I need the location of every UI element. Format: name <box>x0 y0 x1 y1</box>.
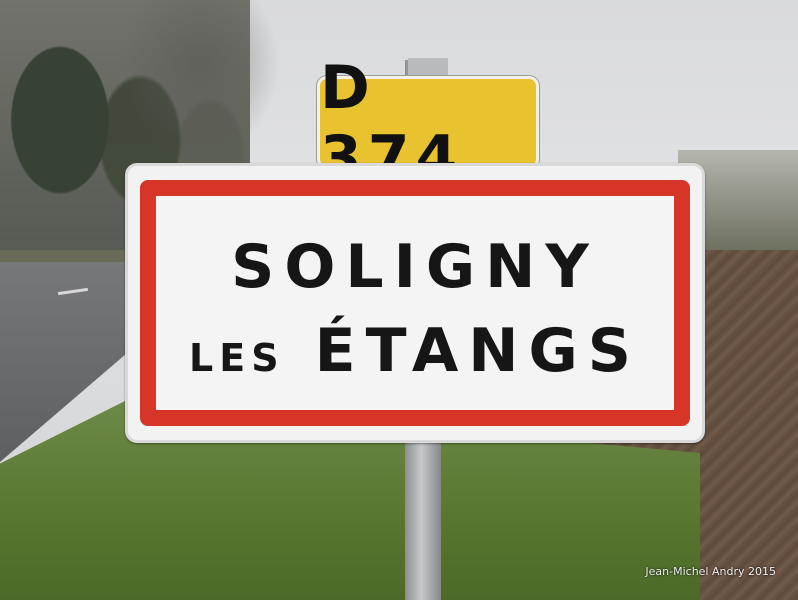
route-number-plate: D 374 <box>317 53 539 193</box>
photo-credit: Jean-Michel Andry 2015 <box>645 565 776 578</box>
bare-branches <box>120 0 280 160</box>
town-name-line1: SOLIGNY <box>231 232 599 302</box>
town-name-article: LES <box>189 336 285 380</box>
town-entry-sign: SOLIGNY LES ÉTANGS <box>125 163 705 443</box>
sign-red-border: SOLIGNY LES ÉTANGS <box>140 180 690 426</box>
town-name-line2: LES ÉTANGS <box>156 316 674 386</box>
town-name-word: ÉTANGS <box>314 316 641 386</box>
photo: D 374 SOLIGNY LES ÉTANGS Jean-Michel Andr… <box>0 0 798 600</box>
